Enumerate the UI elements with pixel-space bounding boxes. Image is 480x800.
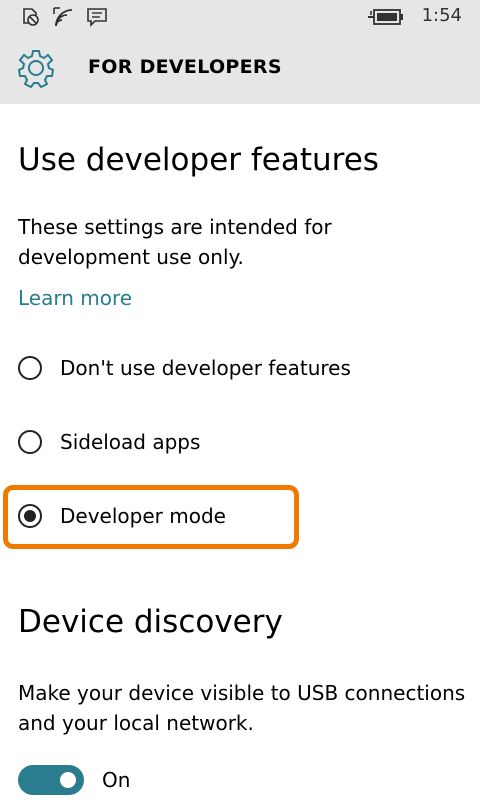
radio-developer-mode[interactable]: Developer mode — [18, 496, 358, 536]
developer-features-heading: Use developer features — [18, 142, 379, 178]
device-discovery-description: Make your device visible to USB connecti… — [18, 681, 466, 735]
status-time: 1:54 — [421, 5, 462, 26]
battery-charging-icon — [368, 7, 404, 31]
radio-label: Don't use developer features — [60, 356, 351, 380]
page-header: FOR DEVELOPERS — [0, 34, 480, 104]
page-title: FOR DEVELOPERS — [88, 56, 282, 78]
notification-icon — [20, 6, 42, 32]
toggle-state-label: On — [102, 768, 131, 792]
radio-button-selected[interactable] — [18, 504, 42, 528]
learn-more-link[interactable]: Learn more — [18, 286, 132, 310]
radio-dont-use-developer-features[interactable]: Don't use developer features — [18, 348, 358, 388]
device-discovery-toggle[interactable] — [18, 765, 84, 795]
radio-label: Sideload apps — [60, 430, 201, 454]
device-discovery-toggle-row[interactable]: On — [18, 764, 130, 796]
status-bar: 1:54 — [0, 0, 480, 34]
toggle-knob — [60, 772, 76, 788]
radio-label: Developer mode — [60, 504, 226, 528]
radio-button[interactable] — [18, 430, 42, 454]
device-discovery-heading: Device discovery — [18, 604, 283, 640]
developer-features-description: These settings are intended for developm… — [18, 215, 332, 269]
gear-icon — [16, 48, 56, 89]
radio-sideload-apps[interactable]: Sideload apps — [18, 422, 358, 462]
radio-button[interactable] — [18, 356, 42, 380]
message-icon — [86, 6, 108, 32]
wifi-icon — [52, 6, 78, 34]
